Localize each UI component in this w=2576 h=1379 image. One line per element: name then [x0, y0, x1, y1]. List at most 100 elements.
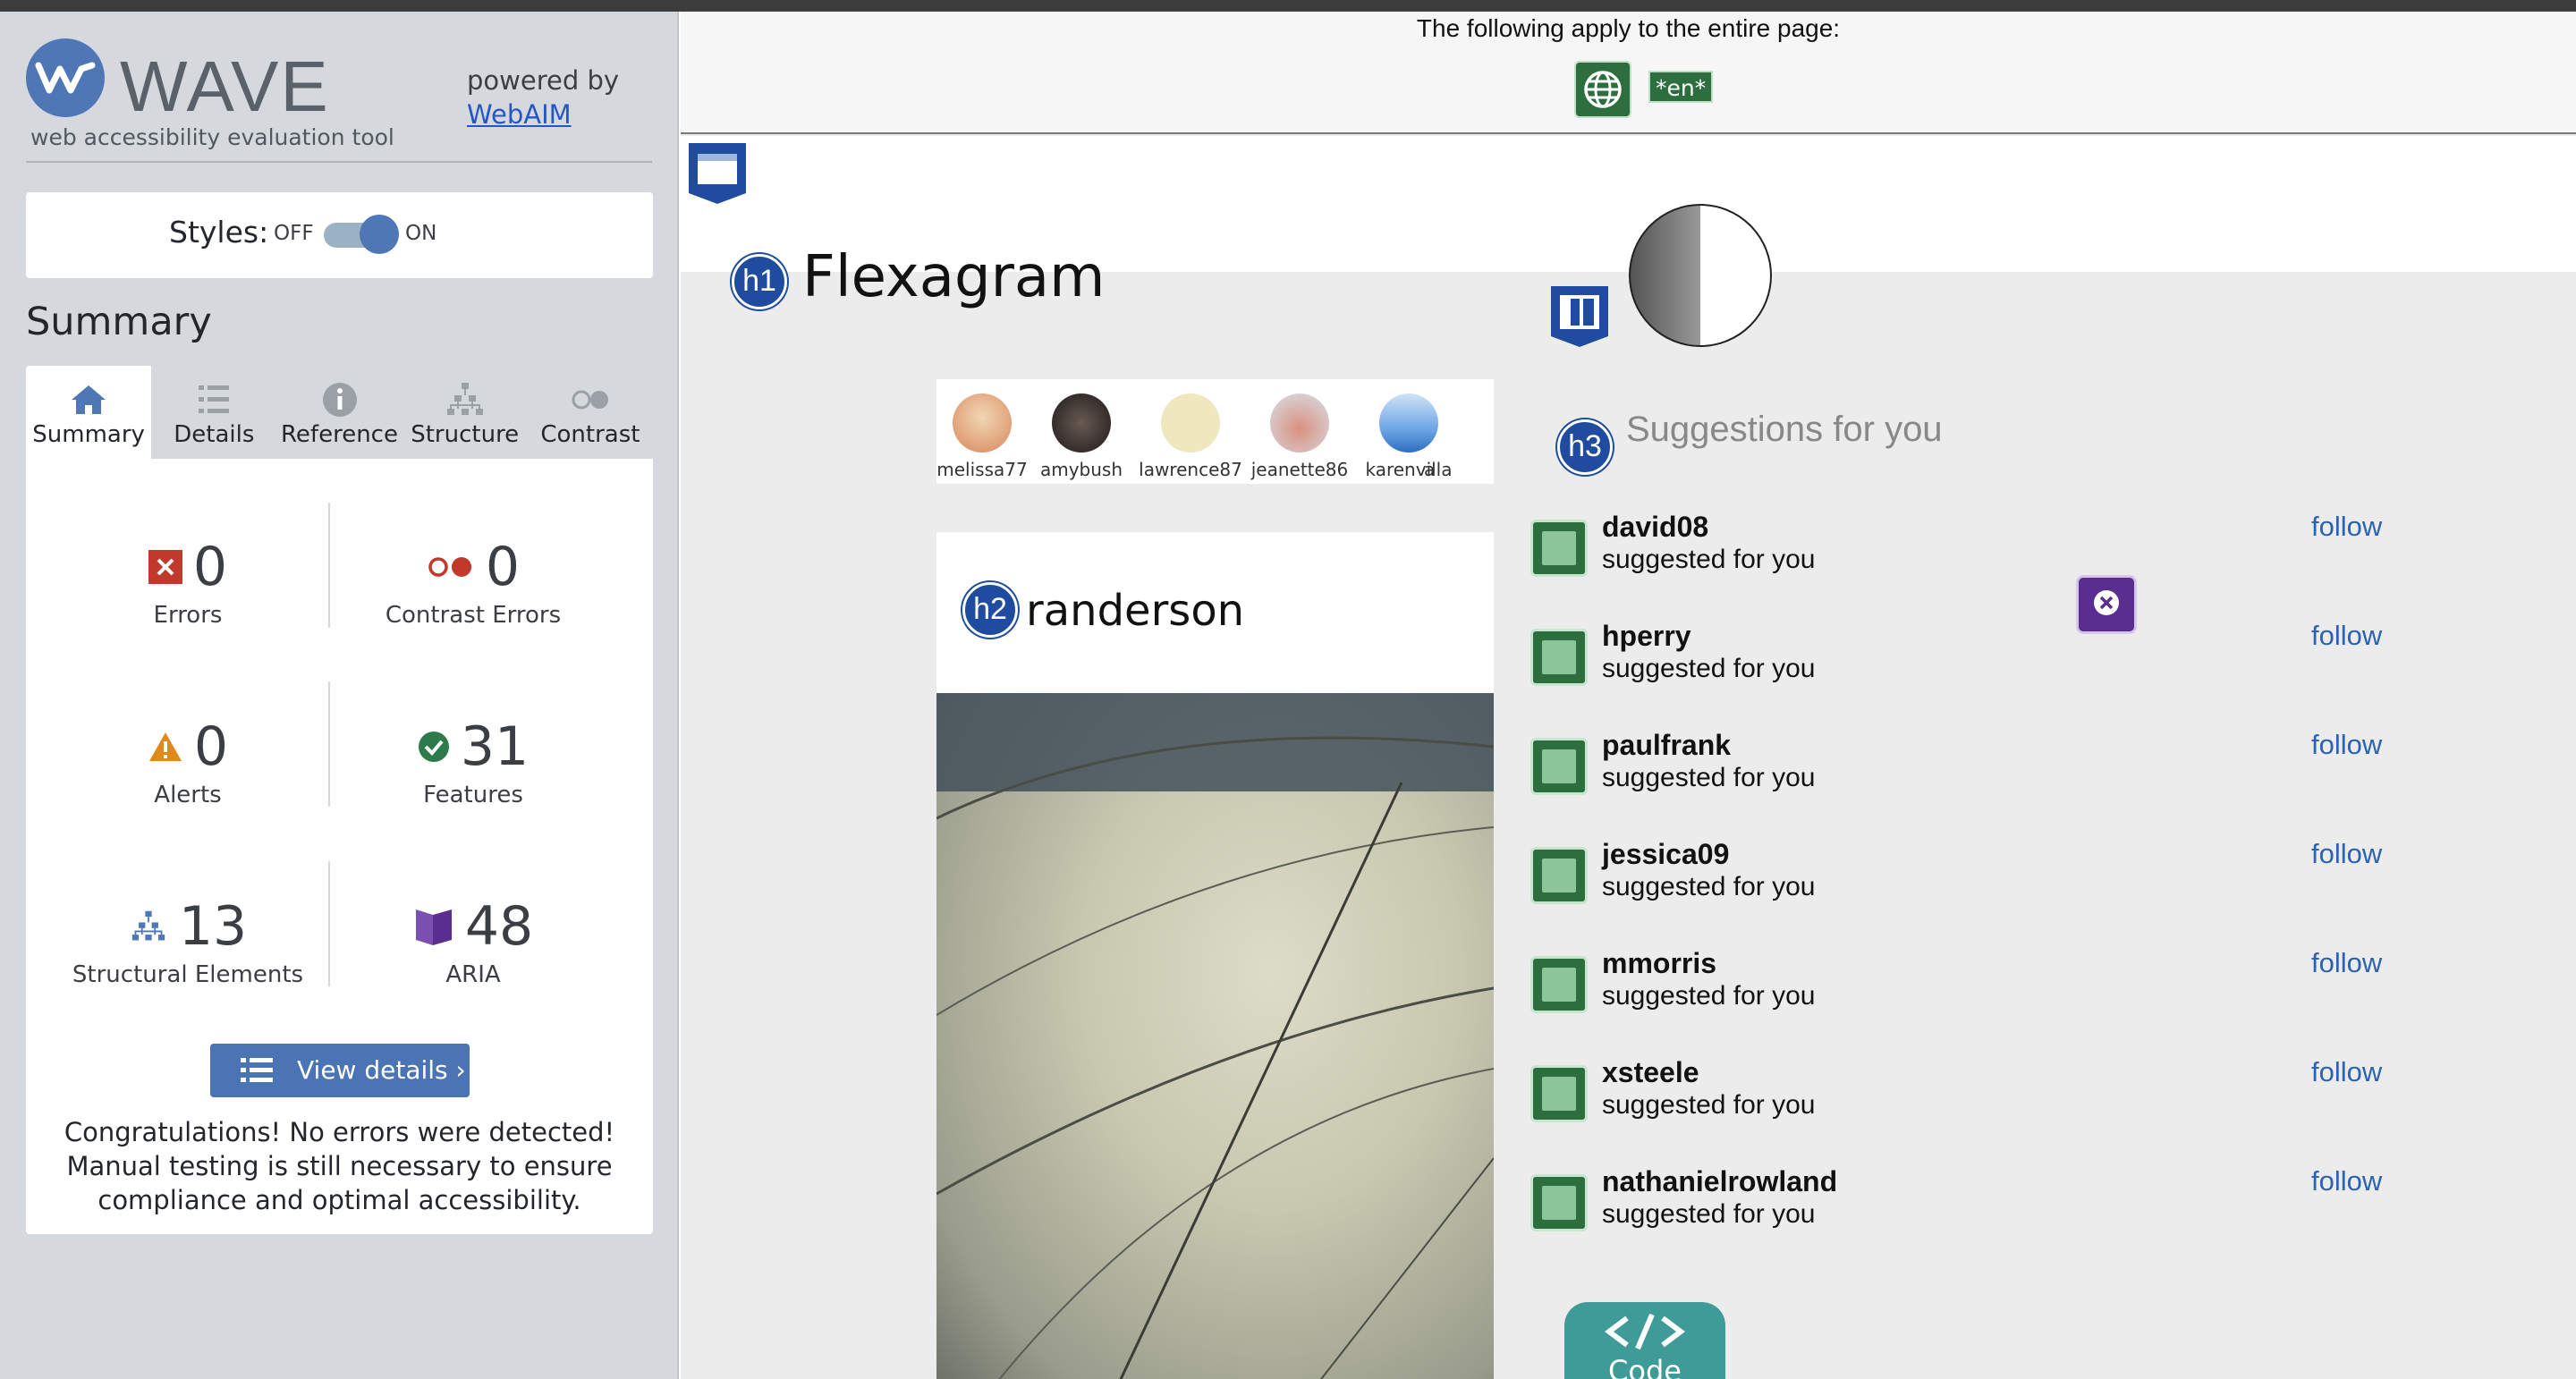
story-name: jeanette86 [1250, 459, 1349, 480]
avatar [1270, 393, 1329, 453]
evaluated-page: The following apply to the entire page: … [681, 12, 2576, 1379]
tab-label: Contrast [540, 421, 640, 448]
stories-strip: melissa77 amybush lawrence87 jeanette86 … [936, 379, 1494, 484]
tab-summary[interactable]: Summary [26, 366, 152, 459]
errors-stat[interactable]: 0 Errors [45, 536, 331, 629]
story-item[interactable]: lawrence87 [1137, 393, 1244, 480]
aria-icon [415, 909, 452, 945]
image-icon[interactable] [1530, 738, 1588, 795]
image-icon[interactable] [1530, 847, 1588, 904]
suggestion-row: paulfrank suggested for you follow [1530, 729, 2532, 818]
styles-toggle-knob[interactable] [360, 215, 399, 254]
avatar [1052, 393, 1111, 453]
page-level-bar: The following apply to the entire page: … [681, 12, 2576, 134]
close-icon[interactable] [2076, 575, 2137, 634]
image-icon[interactable] [1530, 1174, 1588, 1231]
follow-link[interactable]: follow [2311, 729, 2382, 761]
powered-by-text: powered by [467, 65, 620, 96]
story-item[interactable]: amybush [1028, 393, 1135, 480]
post-photo [936, 693, 1494, 1379]
suggestion-name[interactable]: paulfrank [1602, 729, 1731, 762]
follow-link[interactable]: follow [2311, 511, 2382, 543]
suggestion-row: hperry suggested for you follow [1530, 620, 2532, 709]
language-globe-icon[interactable] [1574, 61, 1631, 118]
code-icon [1605, 1313, 1685, 1350]
h3-badge[interactable]: h3 [1557, 419, 1613, 475]
story-name: lawrence87 [1139, 459, 1242, 480]
code-button[interactable]: Code [1564, 1302, 1725, 1379]
list-icon [199, 385, 230, 413]
aside-region-icon[interactable] [1549, 284, 1610, 349]
image-icon[interactable] [1530, 520, 1588, 577]
apply-text: The following apply to the entire page: [1416, 14, 1841, 42]
error-icon [148, 550, 182, 584]
alerts-stat[interactable]: 0 Alerts [45, 715, 331, 808]
contrast-errors-stat[interactable]: 0 Contrast Errors [330, 536, 616, 629]
post-card: h2 randerson [936, 532, 1494, 1379]
banner-region-icon[interactable] [687, 141, 748, 206]
suggestion-subtitle: suggested for you [1602, 1090, 1816, 1120]
follow-link[interactable]: follow [2311, 1165, 2382, 1197]
story-name: melissa77 [936, 459, 1028, 480]
alerts-label: Alerts [154, 782, 222, 808]
browser-top-edge [0, 0, 2576, 12]
suggestion-row: mmorris suggested for you follow [1530, 947, 2532, 1036]
post-username[interactable]: randerson [1026, 586, 1244, 636]
tab-label: Reference [281, 421, 398, 448]
wave-logo-icon [26, 38, 105, 117]
image-icon[interactable] [1530, 956, 1588, 1013]
suggestion-name[interactable]: nathanielrowland [1602, 1165, 1837, 1198]
webaim-link[interactable]: WebAIM [467, 97, 619, 131]
contrast-errors-count: 0 [485, 536, 521, 598]
structural-stat[interactable]: 13 Structural Elements [45, 895, 331, 988]
brand-name: WAVE [120, 47, 330, 126]
follow-link[interactable]: follow [2311, 838, 2382, 870]
features-stat[interactable]: 31 Features [330, 715, 616, 808]
tab-contrast[interactable]: Contrast [528, 366, 653, 459]
list-icon [241, 1058, 273, 1082]
story-item[interactable]: jeanette86 [1246, 393, 1353, 480]
story-item[interactable]: a [1424, 393, 1494, 480]
suggestion-subtitle: suggested for you [1602, 1199, 1816, 1229]
follow-link[interactable]: follow [2311, 947, 2382, 979]
page-title: Flexagram [802, 244, 1106, 310]
follow-link[interactable]: follow [2311, 1056, 2382, 1088]
structure-icon [446, 383, 483, 415]
suggestion-name[interactable]: jessica09 [1602, 838, 1729, 871]
h1-badge[interactable]: h1 [732, 254, 787, 309]
styles-on-label: ON [405, 222, 437, 245]
features-label: Features [423, 782, 523, 808]
congrats-message: Congratulations! No errors were detected… [64, 1117, 615, 1215]
story-name: amybush [1039, 459, 1123, 480]
image-icon[interactable] [1530, 1065, 1588, 1122]
story-item[interactable]: melissa77 [936, 393, 1036, 480]
aria-label: ARIA [445, 961, 501, 988]
styles-toggle-box: Styles: OFF ON [26, 192, 653, 278]
summary-panel: Summary Details Reference Structure Cont… [26, 366, 653, 1234]
check-circle-icon [418, 732, 449, 762]
view-details-button[interactable]: View details › [210, 1044, 470, 1097]
suggestion-row: nathanielrowland suggested for you follo… [1530, 1165, 2532, 1255]
home-icon [72, 385, 106, 414]
tab-reference[interactable]: Reference [276, 366, 402, 459]
structural-label: Structural Elements [72, 961, 304, 988]
tab-label: Details [174, 421, 255, 448]
tab-structure[interactable]: Structure [402, 366, 528, 459]
suggestion-row: xsteele suggested for you follow [1530, 1056, 2532, 1146]
tab-label: Structure [411, 421, 520, 448]
language-tag[interactable]: *en* [1648, 71, 1714, 103]
suggestion-subtitle: suggested for you [1602, 763, 1816, 792]
features-count: 31 [460, 715, 530, 778]
suggestion-name[interactable]: mmorris [1602, 947, 1716, 980]
suggestion-name[interactable]: xsteele [1602, 1056, 1699, 1089]
h2-badge[interactable]: h2 [962, 582, 1018, 638]
story-name: a [1424, 459, 1436, 480]
alert-icon [148, 732, 182, 761]
image-icon[interactable] [1530, 629, 1588, 686]
panel-tabs: Summary Details Reference Structure Cont… [26, 366, 653, 459]
suggestion-name[interactable]: hperry [1602, 620, 1691, 653]
aria-stat[interactable]: 48 ARIA [330, 895, 616, 988]
suggestion-name[interactable]: david08 [1602, 511, 1708, 544]
follow-link[interactable]: follow [2311, 620, 2382, 652]
tab-details[interactable]: Details [151, 366, 276, 459]
